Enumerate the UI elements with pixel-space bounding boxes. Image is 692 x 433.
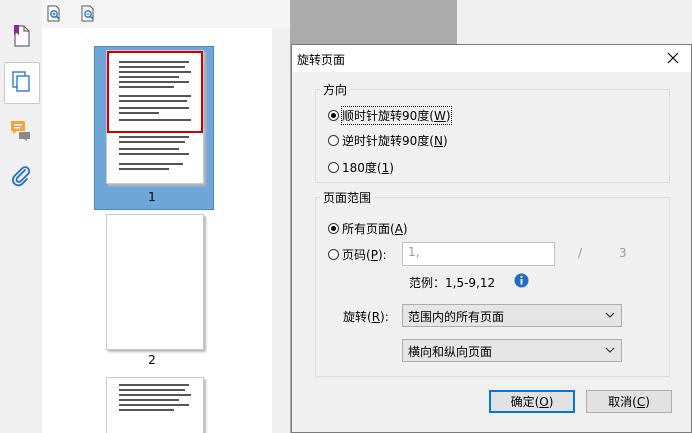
page-numbers-label: 页码(P): — [342, 248, 387, 262]
page-thumbnails-panel: 1 2 — [42, 0, 290, 433]
radio-indicator — [328, 223, 339, 234]
rotate-scope-select[interactable]: 范围内的所有页面 — [402, 304, 622, 327]
rotate-180-radio[interactable]: 180度(1) — [328, 159, 394, 176]
rotate-180-label: 180度(1) — [342, 161, 394, 175]
cancel-button-label: 取消(C) — [608, 395, 650, 409]
direction-group-label: 方向 — [320, 81, 351, 98]
page-number-label: 1 — [148, 190, 156, 204]
navigation-rail — [0, 0, 43, 433]
rotate-scope-value: 范围内的所有页面 — [408, 310, 505, 324]
radio-indicator — [328, 249, 339, 260]
page-thumbnail-1[interactable] — [106, 50, 204, 184]
total-pages: 3 — [619, 246, 627, 260]
ok-button-label: 确定(O) — [510, 395, 554, 409]
rotate-label: 旋转(R): — [343, 310, 389, 324]
cancel-button[interactable]: 取消(C) — [586, 390, 672, 413]
clockwise-90-radio[interactable]: 顺时针旋转90度(W) — [328, 106, 452, 125]
zoom-out-thumbnail-icon[interactable] — [78, 4, 98, 24]
dialog-title: 旋转页面 — [297, 53, 346, 67]
document-area-light — [457, 0, 692, 44]
page-separator: / — [578, 246, 583, 260]
dialog-title-bar[interactable]: 旋转页面 — [292, 45, 691, 72]
bookmark-icon[interactable] — [7, 22, 35, 50]
info-icon[interactable] — [514, 273, 529, 288]
page-numbers-radio[interactable]: 页码(P): — [328, 246, 387, 263]
thumbnail-toolbar — [42, 0, 290, 28]
radio-indicator — [328, 110, 339, 121]
page-numbers-input[interactable]: 1, — [402, 242, 555, 266]
close-button[interactable] — [660, 47, 686, 69]
page-thumbnail-3[interactable] — [106, 377, 204, 433]
orientation-value: 横向和纵向页面 — [408, 345, 493, 359]
zoom-in-thumbnail-icon[interactable] — [44, 4, 64, 24]
thumbnail-scrollbar[interactable] — [272, 28, 290, 433]
counterclockwise-90-radio[interactable]: 逆时针旋转90度(N) — [328, 132, 448, 149]
all-pages-label: 所有页面(A) — [342, 222, 408, 236]
close-icon — [667, 52, 679, 64]
thumbnail-list: 1 2 — [42, 28, 272, 433]
radio-indicator — [328, 162, 339, 173]
chevron-down-icon — [605, 344, 615, 358]
pages-icon[interactable] — [7, 68, 35, 96]
page-thumbnail-2[interactable] — [106, 214, 204, 350]
ok-button[interactable]: 确定(O) — [489, 390, 575, 413]
clockwise-90-label: 顺时针旋转90度(W) — [341, 106, 452, 125]
page-range-group-label: 页面范围 — [320, 189, 375, 206]
counterclockwise-90-label: 逆时针旋转90度(N) — [342, 134, 448, 148]
radio-indicator — [328, 135, 339, 146]
comments-icon[interactable] — [7, 116, 35, 144]
rotate-pages-dialog: 旋转页面 方向 顺时针旋转90度(W) 逆时针旋转90度(N) 180度(1) … — [291, 44, 692, 433]
attachment-icon[interactable] — [7, 162, 35, 190]
all-pages-radio[interactable]: 所有页面(A) — [328, 220, 408, 237]
range-example-text: 范例：1,5-9,12 — [409, 276, 496, 290]
page-number-label: 2 — [148, 353, 156, 367]
chevron-down-icon — [605, 309, 615, 323]
orientation-select[interactable]: 横向和纵向页面 — [402, 339, 622, 362]
